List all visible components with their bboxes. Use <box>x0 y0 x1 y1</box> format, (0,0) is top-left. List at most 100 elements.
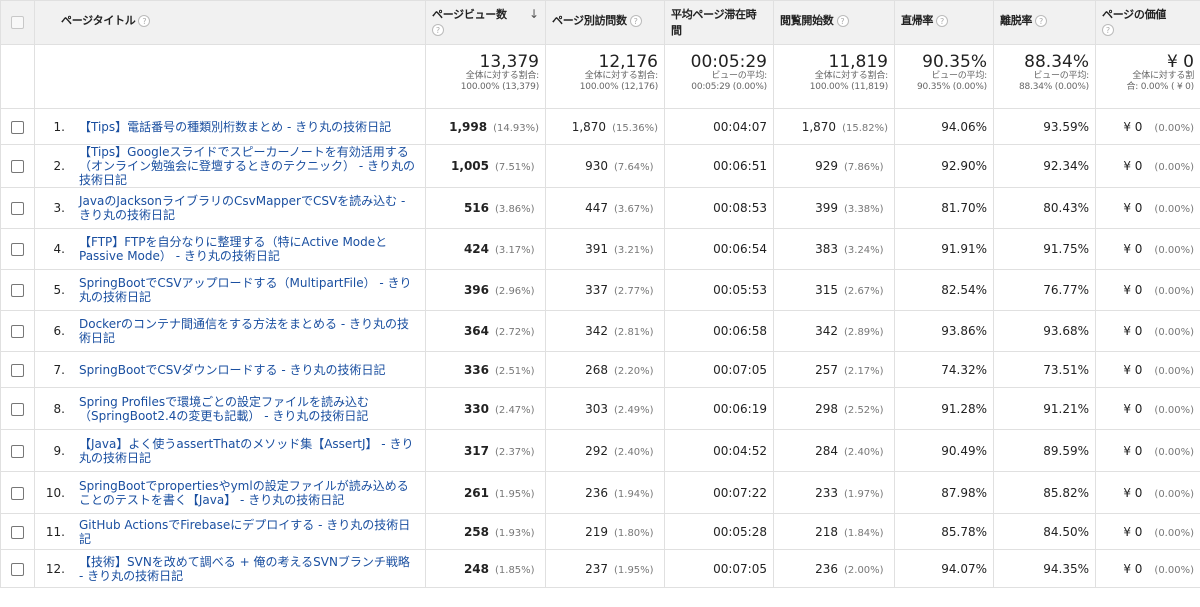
table-row[interactable]: 6. Dockerのコンテナ間通信をする方法をまとめる - きり丸の技術日記 364… <box>0 310 1200 352</box>
table-row[interactable]: 2. 【Tips】Googleスライドでスピーカーノートを有効活用する（オンライン… <box>0 144 1200 188</box>
page-title-link[interactable]: GitHub ActionsでFirebaseにデプロイする - きり丸の技術日… <box>79 518 417 546</box>
entrances-cell: 236 (2.00%) <box>773 549 895 588</box>
header-exit[interactable]: 離脱率? <box>993 0 1096 45</box>
row-checkbox[interactable] <box>11 525 24 539</box>
page-title-link[interactable]: Dockerのコンテナ間通信をする方法をまとめる - きり丸の技術日記 <box>79 317 417 345</box>
unique-cell: 447 (3.67%) <box>545 187 665 229</box>
table-row[interactable]: 7. SpringBootでCSVダウンロードする - きり丸の技術日記 336 (2… <box>0 351 1200 388</box>
page-value-percent: (0.00%) <box>1154 122 1194 134</box>
row-checkbox[interactable] <box>11 562 24 576</box>
page-title-link[interactable]: JavaのJacksonライブラリのCsvMapperでCSVを読み込む - き… <box>79 194 417 222</box>
unique-percent: (15.36%) <box>612 122 658 134</box>
header-unique[interactable]: ページ別訪問数? <box>545 0 665 45</box>
exit-value: 91.21% <box>1043 401 1089 416</box>
row-checkbox[interactable] <box>11 120 24 134</box>
bounce-value: 91.28% <box>941 401 987 416</box>
page-title-link[interactable]: 【FTP】FTPを自分なりに整理する（特にActive ModeとPassive… <box>79 235 417 263</box>
entrances-percent: (15.82%) <box>842 122 888 134</box>
select-all-cell <box>0 0 35 45</box>
page-title-link[interactable]: 【Tips】電話番号の種類別桁数まとめ - きり丸の技術日記 <box>79 120 417 134</box>
unique-percent: (3.21%) <box>614 245 654 256</box>
header-value[interactable]: ページの価値? <box>1095 0 1200 45</box>
page-value: ¥ 0 <box>1123 119 1143 134</box>
header-entrances[interactable]: 閲覧開始数? <box>773 0 895 45</box>
row-checkbox[interactable] <box>11 486 24 500</box>
help-icon[interactable]: ? <box>629 15 642 27</box>
bounce-value: 85.78% <box>941 524 987 539</box>
header-pageviews-label: ページビュー数 <box>432 8 507 21</box>
page-title-link[interactable]: Spring Profilesで環境ごとの設定ファイルを読み込む（SpringB… <box>79 395 417 423</box>
page-title-link[interactable]: 【Java】よく使うassertThatのメソッド集【AssertJ】 - きり… <box>79 437 417 465</box>
row-checkbox[interactable] <box>11 202 24 215</box>
header-unique-label: ページ別訪問数 <box>552 14 627 27</box>
exit-cell: 80.43% <box>993 187 1096 229</box>
pageviews-value: 336 <box>463 362 489 377</box>
table-row[interactable]: 8. Spring Profilesで環境ごとの設定ファイルを読み込む（Sprin… <box>0 387 1200 430</box>
header-avg-time[interactable]: 平均ページ滞在時間 <box>664 0 774 45</box>
help-icon[interactable]: ? <box>1102 24 1114 36</box>
page-title-cell: 10. SpringBootでpropertiesやymlの設定ファイルが読み込め… <box>34 471 426 514</box>
sort-descending-icon[interactable]: ↓ <box>529 7 539 21</box>
exit-value: 94.35% <box>1043 561 1089 576</box>
header-avg-time-label: 平均ページ滞在時間 <box>671 8 757 37</box>
unique-cell: 1,870 (15.36%) <box>545 108 665 145</box>
row-checkbox[interactable] <box>11 444 24 458</box>
help-icon[interactable]: ? <box>1035 15 1048 27</box>
page-title-link[interactable]: SpringBootでpropertiesやymlの設定ファイルが読み込めること… <box>79 479 417 507</box>
pageviews-cell: 1,998 (14.93%) <box>425 108 546 145</box>
unique-percent: (2.40%) <box>614 446 654 458</box>
value-cell: ¥ 0 (0.00%) <box>1095 108 1200 145</box>
unique-value: 268 <box>585 362 608 377</box>
table-row[interactable]: 10. SpringBootでpropertiesやymlの設定ファイルが読み込め… <box>0 471 1200 514</box>
avg-time-value: 00:06:58 <box>713 324 767 338</box>
help-icon[interactable]: ? <box>432 24 444 36</box>
row-checkbox[interactable] <box>11 160 24 173</box>
header-pageviews[interactable]: ↓ ページビュー数? <box>425 0 546 45</box>
table-row[interactable]: 12. 【技術】SVNを改めて調べる + 俺の考えるSVNブランチ戦略 - きり丸… <box>0 549 1200 588</box>
help-icon[interactable]: ? <box>836 15 849 27</box>
entrances-cell: 315 (2.67%) <box>773 269 895 311</box>
bounce-cell: 92.90% <box>894 144 994 188</box>
help-icon[interactable]: ? <box>138 15 151 27</box>
table-row[interactable]: 5. SpringBootでCSVアップロードする（MultipartFile） … <box>0 269 1200 311</box>
row-checkbox-cell <box>0 108 35 145</box>
avg-time-value: 00:06:51 <box>713 159 767 173</box>
row-checkbox[interactable] <box>11 325 24 338</box>
header-entrances-label: 閲覧開始数 <box>780 14 834 27</box>
bounce-cell: 90.49% <box>894 429 994 472</box>
bounce-value: 82.54% <box>941 283 987 297</box>
entrances-percent: (7.86%) <box>844 162 884 173</box>
avg-time-value: 00:05:53 <box>713 283 767 297</box>
header-bounce[interactable]: 直帰率? <box>894 0 994 45</box>
page-title-link[interactable]: SpringBootでCSVアップロードする（MultipartFile） - … <box>79 276 417 304</box>
pageviews-cell: 317 (2.37%) <box>425 429 546 472</box>
analytics-table: ページタイトル? ↓ ページビュー数? ページ別訪問数? 平均ページ滞在時間 閲… <box>0 0 1200 588</box>
row-checkbox[interactable] <box>11 243 24 256</box>
row-index: 4. <box>53 242 65 256</box>
entrances-percent: (1.84%) <box>844 527 884 539</box>
row-index: 1. <box>53 119 65 134</box>
table-row[interactable]: 9. 【Java】よく使うassertThatのメソッド集【AssertJ】 - … <box>0 429 1200 472</box>
row-checkbox[interactable] <box>11 363 24 377</box>
table-row[interactable]: 11. GitHub ActionsでFirebaseにデプロイする - きり丸の… <box>0 513 1200 550</box>
avg-time-value: 00:07:05 <box>713 362 767 377</box>
page-title-link[interactable]: 【技術】SVNを改めて調べる + 俺の考えるSVNブランチ戦略 - きり丸の技術… <box>79 555 417 583</box>
entrances-percent: (1.97%) <box>844 488 884 500</box>
table-row[interactable]: 4. 【FTP】FTPを自分なりに整理する（特にActive ModeとPassi… <box>0 228 1200 270</box>
row-checkbox[interactable] <box>11 402 24 416</box>
entrances-value: 233 <box>815 485 838 500</box>
row-checkbox[interactable] <box>11 284 24 297</box>
page-title-link[interactable]: SpringBootでCSVダウンロードする - きり丸の技術日記 <box>79 363 417 377</box>
header-exit-label: 離脱率 <box>1000 14 1033 27</box>
entrances-value: 284 <box>815 443 838 458</box>
exit-cell: 91.21% <box>993 387 1096 430</box>
table-row[interactable]: 1. 【Tips】電話番号の種類別桁数まとめ - きり丸の技術日記 1,998 (14… <box>0 108 1200 145</box>
entrances-cell: 342 (2.89%) <box>773 310 895 352</box>
value-cell: ¥ 0 (0.00%) <box>1095 269 1200 311</box>
help-icon[interactable]: ? <box>936 15 949 27</box>
header-title[interactable]: ページタイトル? <box>34 0 426 45</box>
table-row[interactable]: 3. JavaのJacksonライブラリのCsvMapperでCSVを読み込む -… <box>0 187 1200 229</box>
page-title-link[interactable]: 【Tips】Googleスライドでスピーカーノートを有効活用する（オンライン勉強… <box>79 145 417 187</box>
select-all-checkbox[interactable] <box>11 16 24 30</box>
page-value: ¥ 0 <box>1123 524 1143 539</box>
